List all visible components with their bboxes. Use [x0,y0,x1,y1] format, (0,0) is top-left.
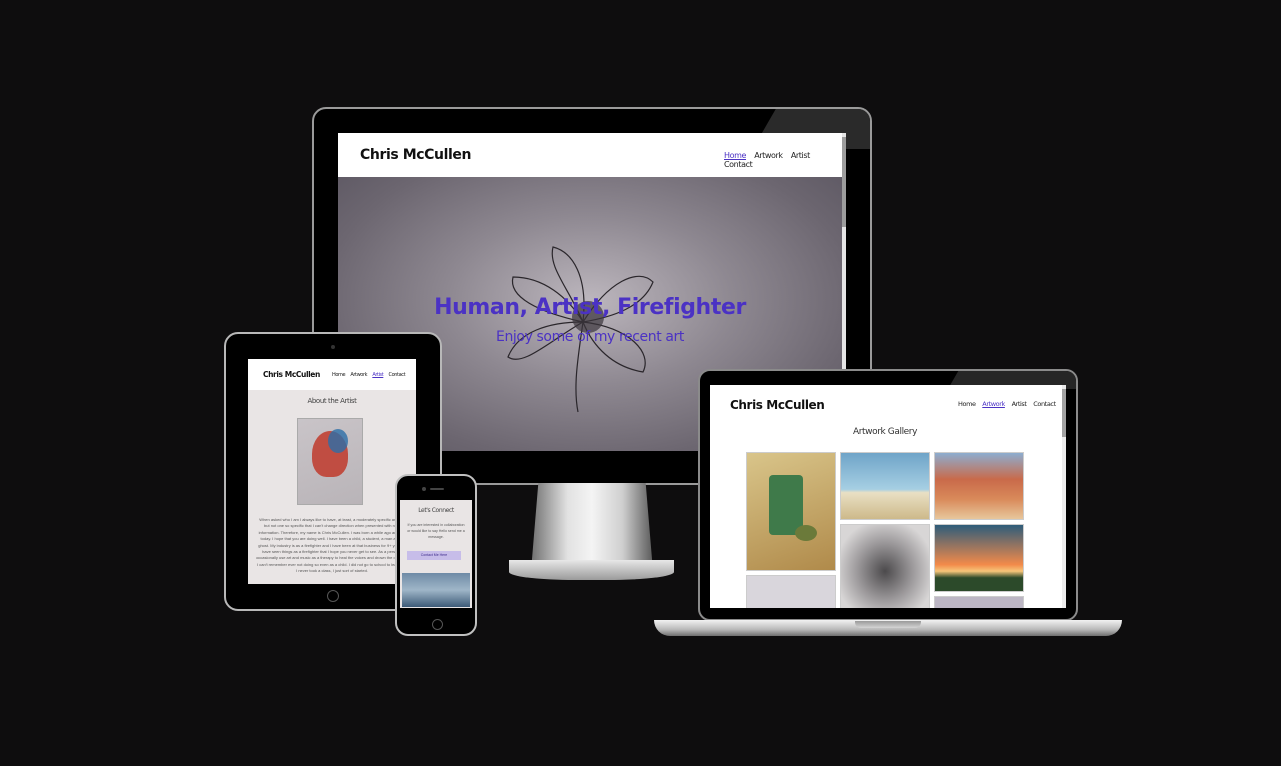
tablet-screen: Chris McCullen Home Artwork Artist Conta… [248,359,416,584]
gallery-image-figure[interactable] [746,575,836,608]
desktop-nav-artist[interactable]: Artist [791,151,810,160]
desktop-navbar: Chris McCullen Home Artwork Artist Conta… [338,133,846,177]
gallery-image-canyon[interactable] [934,452,1024,520]
desktop-nav: Home Artwork Artist Contact [724,151,846,169]
desktop-brand[interactable]: Chris McCullen [360,147,471,163]
tablet-heading: About the Artist [307,397,357,405]
laptop-screen: Chris McCullen Home Artwork Artist Conta… [710,385,1066,608]
hero-title: Human, Artist, Firefighter [434,295,746,320]
laptop-notch [855,621,921,628]
laptop-nav-contact[interactable]: Contact [1033,400,1056,408]
gallery-image-partial[interactable] [934,596,1024,608]
tablet-navbar: Chris McCullen Home Artwork Artist Conta… [248,359,416,390]
laptop-brand[interactable]: Chris McCullen [730,398,825,412]
tablet-nav-contact[interactable]: Contact [389,372,406,378]
gallery-image-beach[interactable] [840,452,930,520]
tablet-bio: When asked who I am I always like to hav… [256,517,408,574]
laptop-nav-artist[interactable]: Artist [1012,400,1027,408]
gallery-image-pitcher[interactable] [746,452,836,571]
tablet-nav: Home Artwork Artist Contact [332,372,406,378]
laptop-nav-home[interactable]: Home [958,400,976,408]
laptop-scrollbar[interactable] [1062,385,1066,608]
laptop-nav-artwork[interactable]: Artwork [982,400,1005,408]
laptop-nav: Home Artwork Artist Contact [958,400,1056,408]
tablet-nav-artist[interactable]: Artist [372,372,383,378]
flower-artwork-image [507,246,654,413]
tablet-nav-home[interactable]: Home [332,372,346,378]
desktop-nav-contact[interactable]: Contact [724,160,753,169]
monitor-stand [531,483,653,571]
phone-text: If you are interested in collaboration o… [407,523,465,539]
phone-screen: Let's Connect If you are interested in c… [400,500,472,608]
phone-hero-image [402,573,470,607]
desktop-nav-home[interactable]: Home [724,151,746,160]
phone-heading: Let's Connect [418,507,454,514]
monitor-stand-base [509,560,674,580]
tablet-nav-artwork[interactable]: Artwork [350,372,367,378]
gallery-image-sunset[interactable] [934,524,1024,592]
gallery-heading: Artwork Gallery [852,427,918,437]
artist-portrait-image [297,418,363,505]
tablet-brand[interactable]: Chris McCullen [263,370,320,379]
contact-button[interactable]: Contact Me Here [407,551,461,560]
desktop-nav-artwork[interactable]: Artwork [754,151,783,160]
gallery-image-portrait[interactable] [840,524,930,608]
